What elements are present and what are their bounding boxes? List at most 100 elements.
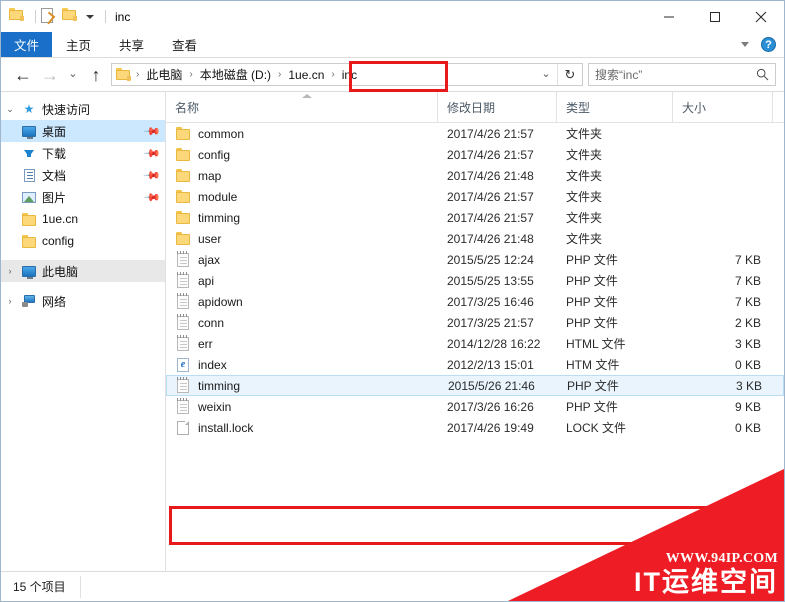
table-row[interactable]: user 2017/4/26 21:48 文件夹	[166, 228, 784, 249]
title-bar: inc	[1, 1, 784, 32]
tab-view[interactable]: 查看	[158, 32, 211, 57]
breadcrumb-item-1ue-cn[interactable]: 1ue.cn	[285, 68, 327, 82]
maximize-icon[interactable]	[692, 1, 738, 32]
file-type-cell: PHP 文件	[566, 316, 618, 330]
sidebar-item-quick-access[interactable]: ⌄ ★ 快速访问	[1, 98, 165, 120]
sidebar-item-desktop[interactable]: 桌面 📌	[1, 120, 165, 142]
table-row[interactable]: apidown 2017/3/25 16:46 PHP 文件 7 KB	[166, 291, 784, 312]
folder-icon	[175, 232, 191, 245]
table-row[interactable]: module 2017/4/26 21:57 文件夹	[166, 186, 784, 207]
pin-icon[interactable]: 📌	[143, 122, 162, 140]
file-date-cell: 2017/4/26 21:57	[447, 189, 534, 204]
ribbon-tab-bar: 文件 主页 共享 查看 ?	[1, 32, 784, 58]
table-row[interactable]: err 2014/12/28 16:22 HTML 文件 3 KB	[166, 333, 784, 354]
column-header-type[interactable]: 类型	[557, 92, 673, 122]
table-row[interactable]: conn 2017/3/25 21:57 PHP 文件 2 KB	[166, 312, 784, 333]
file-name-cell: config	[166, 144, 438, 165]
sidebar-item-config[interactable]: config	[1, 230, 165, 252]
forward-button[interactable]: →	[37, 63, 63, 87]
qat-new-folder-icon[interactable]	[62, 8, 79, 25]
file-name-label: map	[198, 168, 222, 183]
php-file-icon	[175, 376, 191, 393]
file-date-cell: 2015/5/26 21:46	[448, 378, 535, 393]
file-name-cell: weixin	[166, 396, 438, 417]
table-row[interactable]: install.lock 2017/4/26 19:49 LOCK 文件 0 KB	[166, 417, 784, 438]
column-header-date[interactable]: 修改日期	[438, 92, 557, 122]
file-type-cell: PHP 文件	[566, 295, 618, 309]
php-file-icon	[175, 250, 191, 267]
file-type-cell: LOCK 文件	[566, 421, 627, 435]
file-name-label: common	[198, 126, 245, 141]
address-dropdown-chevron-down-icon[interactable]: ⌄	[535, 64, 557, 85]
table-row[interactable]: e index 2012/2/13 15:01 HTM 文件 0 KB	[166, 354, 784, 375]
table-row[interactable]: map 2017/4/26 21:48 文件夹	[166, 165, 784, 186]
refresh-icon[interactable]: ↻	[557, 64, 582, 85]
file-date-cell: 2012/2/13 15:01	[447, 357, 534, 372]
pin-icon[interactable]: 📌	[143, 166, 162, 184]
qat-folder-icon[interactable]	[9, 8, 26, 25]
tab-home[interactable]: 主页	[52, 32, 105, 57]
php-file-icon	[175, 292, 191, 309]
sidebar-item-1ue-cn[interactable]: 1ue.cn	[1, 208, 165, 230]
table-row[interactable]: config 2017/4/26 21:57 文件夹	[166, 144, 784, 165]
qat-customize-chevron-down-icon[interactable]	[86, 14, 94, 19]
file-size-cell: 0 KB	[734, 357, 761, 372]
file-type-cell: 文件夹	[566, 169, 603, 183]
breadcrumb-separator-0[interactable]: ›	[132, 69, 143, 80]
breadcrumb-separator-2[interactable]: ›	[274, 69, 285, 80]
search-icon[interactable]	[756, 68, 769, 81]
table-row[interactable]: ajax 2015/5/25 12:24 PHP 文件 7 KB	[166, 249, 784, 270]
up-button[interactable]: ↑	[83, 63, 109, 87]
table-row[interactable]: api 2015/5/25 13:55 PHP 文件 7 KB	[166, 270, 784, 291]
ribbon-expand-chevron-down-icon[interactable]	[741, 42, 749, 47]
breadcrumb-separator-3[interactable]: ›	[327, 69, 338, 80]
pin-icon[interactable]: 📌	[143, 144, 162, 162]
file-type-cell: 文件夹	[566, 211, 603, 225]
folder-icon	[19, 212, 39, 226]
file-name-label: weixin	[198, 399, 232, 414]
file-size-cell: 0 KB	[734, 420, 761, 435]
file-name-cell: e index	[166, 354, 438, 375]
table-row[interactable]: weixin 2017/3/26 16:26 PHP 文件 9 KB	[166, 396, 784, 417]
sidebar-item-this-pc[interactable]: › 此电脑	[1, 260, 165, 282]
qat-properties-icon[interactable]	[41, 8, 58, 25]
sidebar-item-downloads[interactable]: 下载 📌	[1, 142, 165, 164]
table-row[interactable]: timming 2015/5/26 21:46 PHP 文件 3 KB	[166, 375, 784, 396]
breadcrumb: › 此电脑 › 本地磁盘 (D:) › 1ue.cn › inc	[112, 64, 535, 85]
file-name-cell: ajax	[166, 249, 438, 270]
chevron-right-icon[interactable]: ›	[1, 296, 19, 306]
close-icon[interactable]	[738, 1, 784, 32]
ribbon-right-controls: ?	[741, 32, 784, 57]
chevron-right-icon[interactable]: ›	[1, 266, 19, 276]
sidebar-item-network[interactable]: › 网络	[1, 290, 165, 312]
chevron-down-icon[interactable]: ⌄	[1, 104, 19, 115]
column-header-row: 名称 修改日期 类型 大小	[166, 92, 784, 123]
pin-icon[interactable]: 📌	[143, 188, 162, 206]
breadcrumb-separator-1[interactable]: ›	[185, 69, 196, 80]
address-bar[interactable]: › 此电脑 › 本地磁盘 (D:) › 1ue.cn › inc ⌄ ↻	[111, 63, 583, 86]
back-button[interactable]: ←	[9, 63, 37, 87]
pictures-icon	[19, 191, 39, 203]
search-input[interactable]: 搜索“inc”	[588, 63, 776, 86]
tab-share[interactable]: 共享	[105, 32, 158, 57]
breadcrumb-item-inc[interactable]: inc	[339, 68, 360, 82]
file-date-cell: 2017/4/26 21:57	[447, 126, 534, 141]
help-icon[interactable]: ?	[761, 37, 776, 52]
breadcrumb-item-this-pc[interactable]: 此电脑	[143, 66, 185, 83]
column-header-name[interactable]: 名称	[166, 92, 438, 122]
table-row[interactable]: common 2017/4/26 21:57 文件夹	[166, 123, 784, 144]
search-placeholder: 搜索“inc”	[595, 68, 643, 82]
blank-file-icon	[175, 420, 191, 435]
sidebar-item-documents[interactable]: 文档 📌	[1, 164, 165, 186]
sidebar-item-pictures[interactable]: 图片 📌	[1, 186, 165, 208]
sidebar-item-label: 图片	[42, 190, 67, 205]
qat-separator-2	[105, 10, 106, 23]
minimize-icon[interactable]	[646, 1, 692, 32]
table-row[interactable]: timming 2017/4/26 21:57 文件夹	[166, 207, 784, 228]
recent-locations-chevron-down-icon[interactable]: ⌄	[63, 63, 83, 87]
breadcrumb-item-local-disk[interactable]: 本地磁盘 (D:)	[197, 66, 274, 83]
file-date-cell: 2014/12/28 16:22	[447, 336, 541, 351]
tab-file[interactable]: 文件	[1, 32, 53, 57]
column-header-size[interactable]: 大小	[673, 92, 773, 122]
file-name-cell: user	[166, 228, 438, 249]
